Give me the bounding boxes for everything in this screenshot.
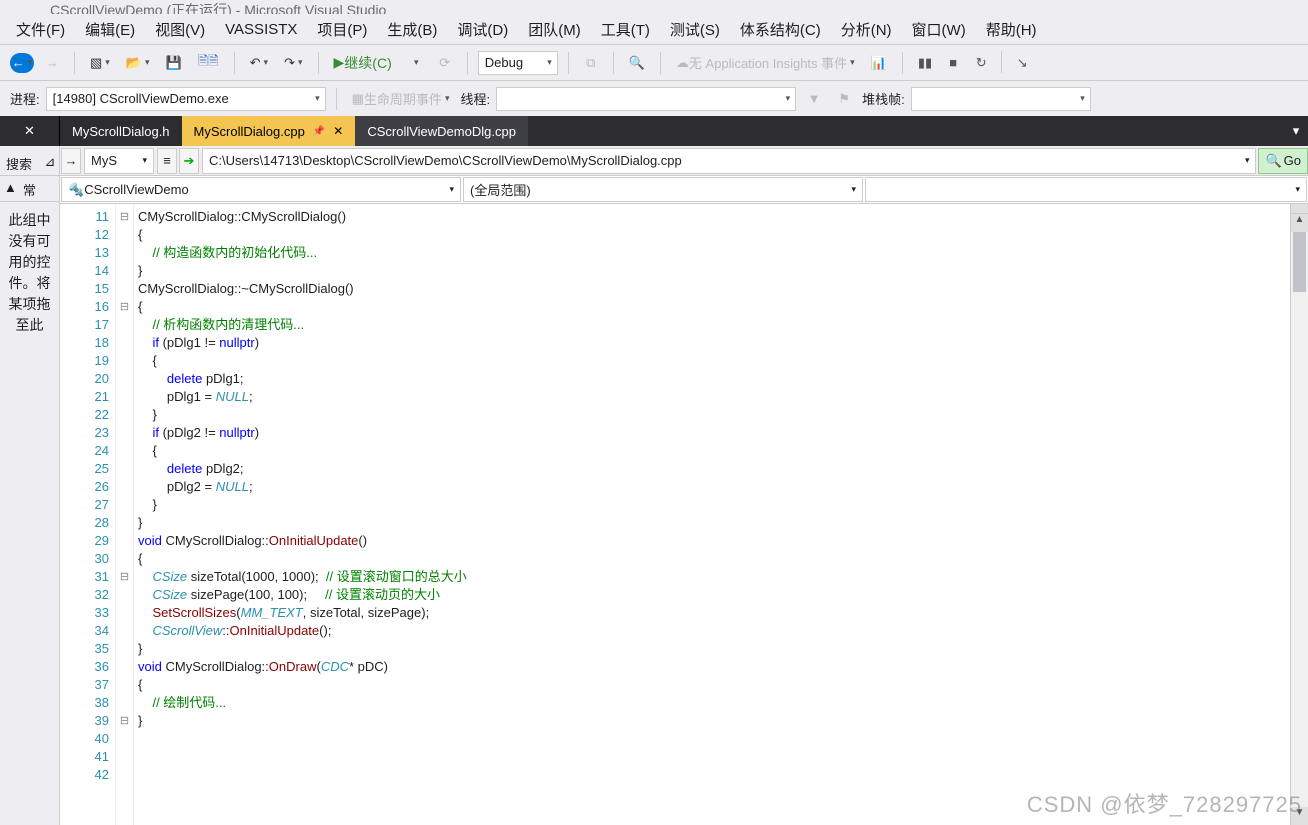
scope-project-combo[interactable]: 🔩 CScrollViewDemo bbox=[61, 177, 461, 202]
nav-short-combo[interactable]: MyS bbox=[84, 148, 154, 174]
redo-button[interactable]: ↷ bbox=[279, 51, 307, 75]
menu-help[interactable]: 帮助(H) bbox=[978, 15, 1045, 44]
window-title: CScrollViewDemo (正在运行) - Microsoft Visua… bbox=[0, 0, 1308, 14]
refresh-button[interactable]: ⟳ bbox=[433, 51, 457, 75]
tab-cscrollviewdemodlg-cpp[interactable]: CScrollViewDemoDlg.cpp bbox=[355, 116, 528, 146]
document-tabs: ✕ MyScrollDialog.h MyScrollDialog.cpp📌✕ … bbox=[0, 116, 1308, 146]
lifecycle-button[interactable]: ▦ 生命周期事件 bbox=[347, 87, 455, 111]
scroll-up-arrow[interactable]: ▲ bbox=[1291, 214, 1308, 232]
process-combo[interactable]: [14980] CScrollViewDemo.exe bbox=[46, 87, 326, 111]
menu-view[interactable]: 视图(V) bbox=[147, 15, 213, 44]
save-button[interactable]: 💾 bbox=[161, 51, 187, 75]
restart-button[interactable]: ↻ bbox=[969, 51, 993, 75]
nav-arrow-icon[interactable]: → bbox=[61, 148, 81, 174]
stack-combo[interactable] bbox=[911, 87, 1091, 111]
pin-icon[interactable]: 📌 bbox=[313, 126, 325, 137]
step-into-button[interactable]: ↘ bbox=[1010, 51, 1034, 75]
line-number-gutter: 1112131415161718192021222324252627282930… bbox=[60, 204, 116, 825]
code-editor: → MyS ≡ ➔ C:\Users\14713\Desktop\CScroll… bbox=[60, 146, 1308, 825]
close-icon[interactable]: ✕ bbox=[333, 124, 343, 138]
thread-combo[interactable] bbox=[496, 87, 796, 111]
menu-team[interactable]: 团队(M) bbox=[520, 15, 589, 44]
split-handle[interactable] bbox=[1291, 204, 1308, 214]
menu-test[interactable]: 测试(S) bbox=[662, 15, 728, 44]
vertical-scrollbar[interactable]: ▲ ▼ bbox=[1290, 204, 1308, 825]
code-area[interactable]: CMyScrollDialog::CMyScrollDialog(){ // 构… bbox=[134, 204, 1290, 825]
search-label[interactable]: 搜索 bbox=[0, 150, 41, 175]
menu-build[interactable]: 生成(B) bbox=[379, 15, 445, 44]
menu-edit[interactable]: 编辑(E) bbox=[77, 15, 143, 44]
scope-bar: 🔩 CScrollViewDemo (全局范围) bbox=[60, 176, 1308, 204]
menubar: 文件(F) 编辑(E) 视图(V) VASSISTX 项目(P) 生成(B) 调… bbox=[0, 14, 1308, 44]
main-toolbar: ← → ▧ 📂 💾 🗎🗎 ↶ ↷ ▶ 继续(C) ⟳ Debug ⧉ 🔍 ☁ 无… bbox=[0, 44, 1308, 80]
stop-button[interactable]: ■ bbox=[941, 51, 965, 75]
menu-tools[interactable]: 工具(T) bbox=[593, 15, 658, 44]
menu-project[interactable]: 项目(P) bbox=[309, 15, 375, 44]
go-button[interactable]: 🔍Go bbox=[1258, 148, 1308, 174]
nav-list-icon[interactable]: ≡ bbox=[157, 148, 177, 174]
scroll-down-arrow[interactable]: ▼ bbox=[1291, 807, 1308, 825]
close-tool-window-button[interactable]: ✕ bbox=[0, 116, 60, 146]
nav-goto-icon[interactable]: ➔ bbox=[179, 148, 199, 174]
menu-arch[interactable]: 体系结构(C) bbox=[732, 15, 829, 44]
menu-window[interactable]: 窗口(W) bbox=[904, 15, 974, 44]
continue-button[interactable]: ▶ 继续(C) bbox=[329, 51, 397, 75]
app-insights-button[interactable]: ☁ 无 Application Insights 事件 bbox=[671, 51, 860, 75]
va-nav-bar: → MyS ≡ ➔ C:\Users\14713\Desktop\CScroll… bbox=[60, 146, 1308, 176]
menu-debug[interactable]: 调试(D) bbox=[449, 15, 516, 44]
insights-chart-icon: 📊 bbox=[866, 51, 892, 75]
thread-filter-icon[interactable]: ▼ bbox=[802, 87, 826, 111]
debug-toolbar: 进程: [14980] CScrollViewDemo.exe ▦ 生命周期事件… bbox=[0, 80, 1308, 116]
config-combo[interactable]: Debug bbox=[478, 51, 558, 75]
save-all-button[interactable]: 🗎🗎 bbox=[193, 51, 224, 75]
scope-member-combo[interactable] bbox=[865, 177, 1307, 202]
menu-analyze[interactable]: 分析(N) bbox=[833, 15, 900, 44]
open-button[interactable]: 📂 bbox=[121, 51, 155, 75]
scroll-thumb[interactable] bbox=[1293, 232, 1306, 292]
stack-label: 堆栈帧: bbox=[862, 89, 905, 108]
nav-fwd-button: → bbox=[40, 51, 64, 75]
thread-flag-icon[interactable]: ⚑ bbox=[832, 87, 856, 111]
undo-button[interactable]: ↶ bbox=[245, 51, 273, 75]
toolbox-empty-text: 此组中没有可用的控件。将某项拖至此 bbox=[0, 204, 59, 342]
process-label: 进程: bbox=[10, 89, 40, 108]
tab-myscrolldialog-cpp[interactable]: MyScrollDialog.cpp📌✕ bbox=[182, 116, 356, 146]
scope-global-combo[interactable]: (全局范围) bbox=[463, 177, 863, 202]
nav-back-button[interactable]: ← bbox=[10, 53, 34, 73]
continue-dd[interactable] bbox=[403, 51, 427, 75]
fold-gutter[interactable]: ⊟ ⊟ ⊟ ⊟ bbox=[116, 204, 134, 825]
toolbox-panel: 搜索⊿ ▲常 此组中没有可用的控件。将某项拖至此 bbox=[0, 146, 60, 825]
window-icon[interactable]: ⧉ bbox=[579, 51, 603, 75]
new-project-button[interactable]: ▧ bbox=[85, 51, 115, 75]
menu-file[interactable]: 文件(F) bbox=[8, 15, 73, 44]
collapse-icon[interactable]: ▲ bbox=[0, 178, 21, 201]
tab-myscrolldialog-h[interactable]: MyScrollDialog.h bbox=[60, 116, 182, 146]
sidebar-chevron-icon[interactable]: ⊿ bbox=[41, 150, 59, 175]
find-in-files-button[interactable]: 🔍 bbox=[624, 51, 650, 75]
tab-overflow-button[interactable]: ▾ bbox=[1284, 116, 1308, 146]
nav-path-combo[interactable]: C:\Users\14713\Desktop\CScrollViewDemo\C… bbox=[202, 148, 1256, 174]
menu-vassist[interactable]: VASSISTX bbox=[217, 17, 305, 42]
pause-button[interactable]: ▮▮ bbox=[913, 51, 937, 75]
thread-label: 线程: bbox=[460, 89, 490, 108]
